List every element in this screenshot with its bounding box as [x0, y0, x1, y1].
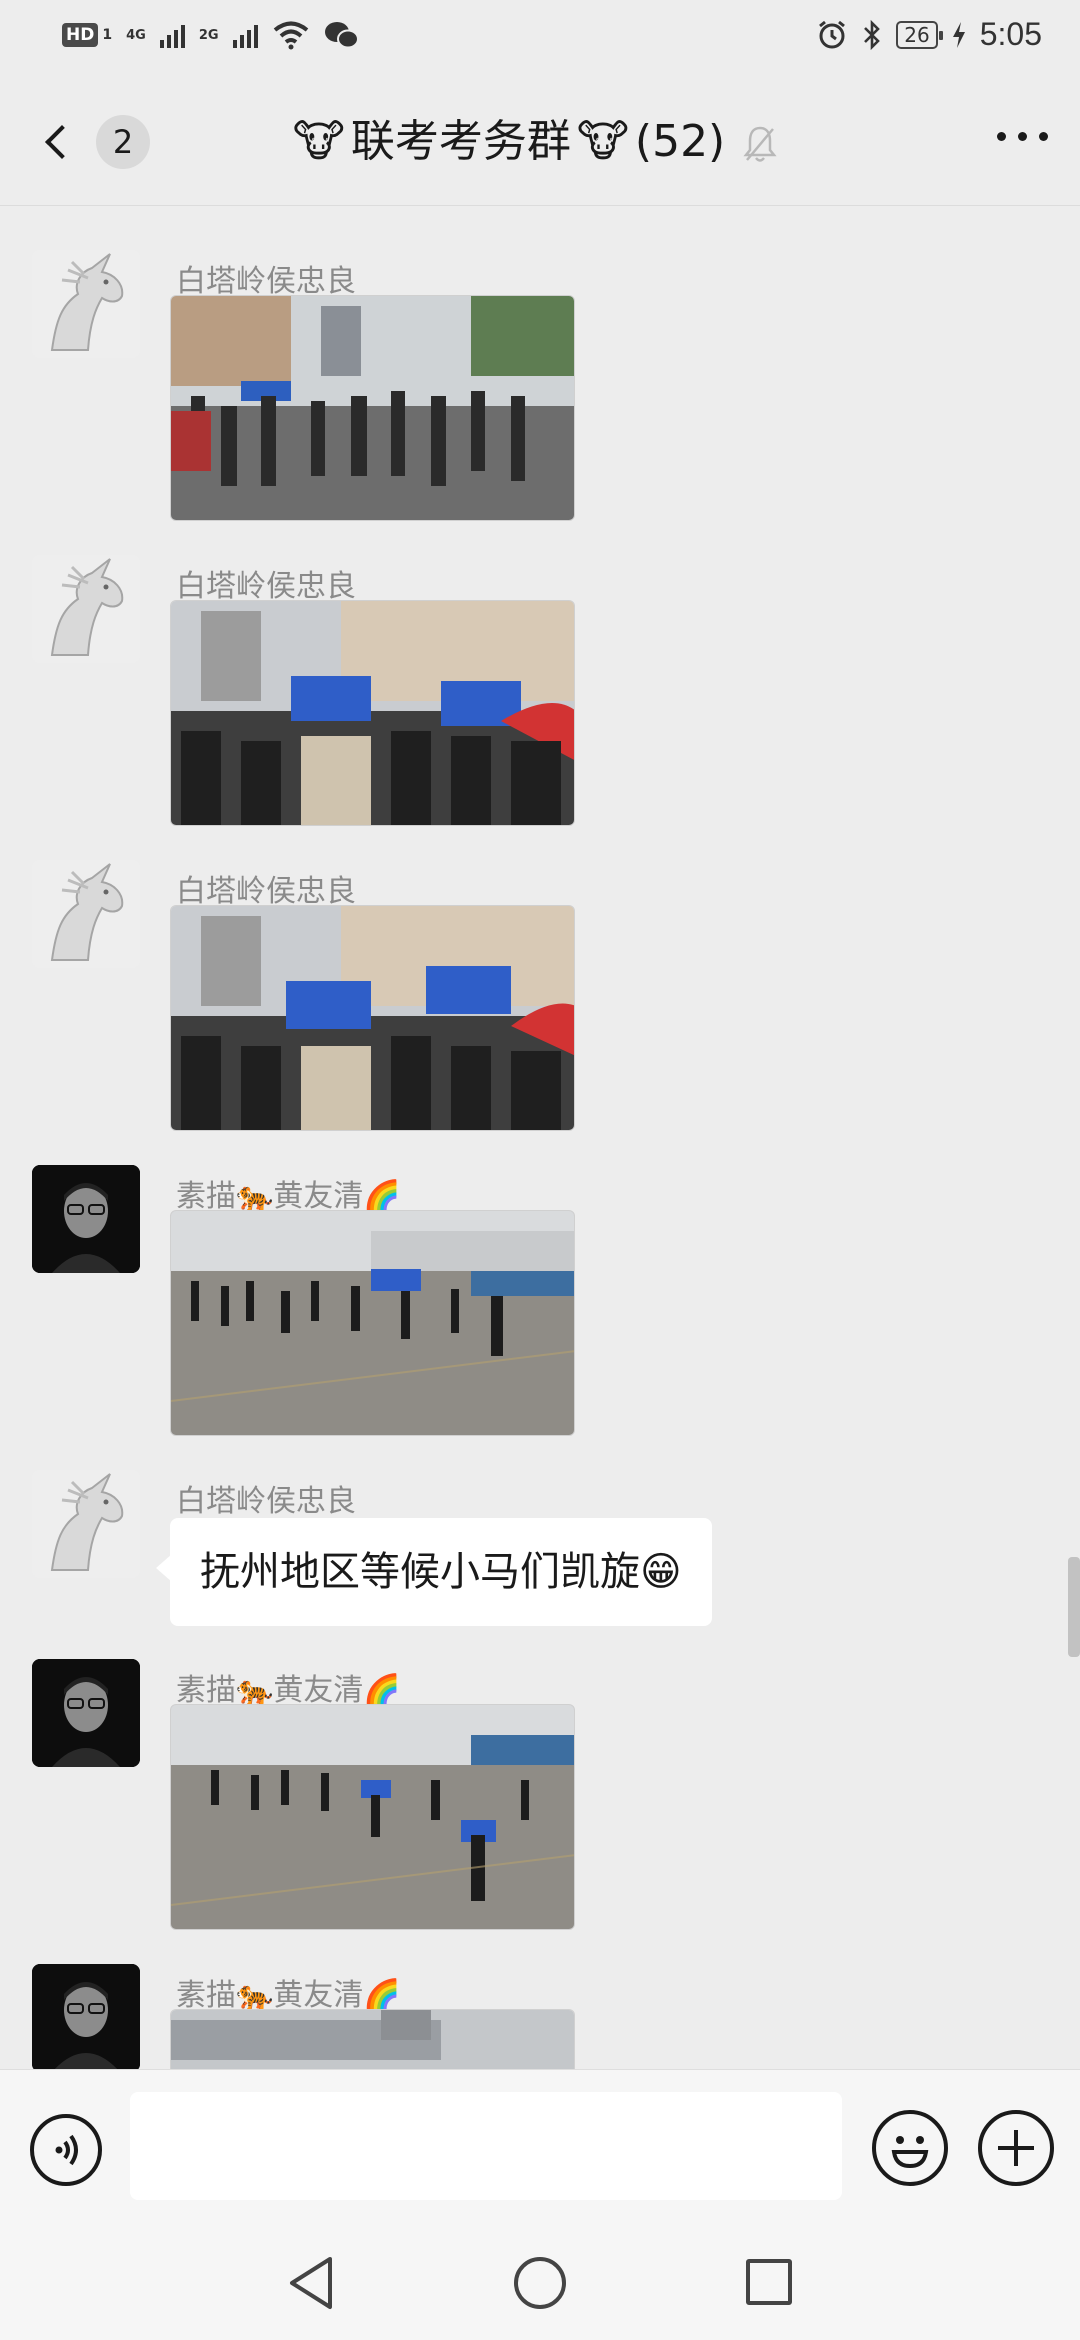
- image-message[interactable]: [170, 600, 575, 826]
- alarm-icon: [819, 20, 846, 48]
- clock: 5:05: [979, 16, 1042, 52]
- more-functions-button[interactable]: [978, 2110, 1054, 2186]
- network-4g-label: 4G: [126, 27, 146, 43]
- status-left: HD 1 4G 2G: [62, 20, 360, 50]
- nav-home-button[interactable]: [514, 2257, 566, 2309]
- more-options-button[interactable]: [997, 132, 1048, 141]
- emoji-icon: [891, 2136, 929, 2169]
- signal-1-icon: [159, 22, 185, 48]
- sender-name: 白塔岭侯忠良: [176, 874, 356, 909]
- message-input[interactable]: [130, 2092, 842, 2200]
- unicorn-avatar[interactable]: [32, 250, 140, 358]
- hd-badge: HD: [62, 23, 99, 47]
- sender-name: 白塔岭侯忠良: [176, 264, 356, 299]
- text-message-bubble[interactable]: 抚州地区等候小马们凯旋😁: [156, 1518, 712, 1626]
- network-2g-label: 2G: [198, 27, 219, 43]
- image-message[interactable]: [170, 905, 575, 1131]
- person-avatar[interactable]: [32, 1659, 140, 1767]
- sender-name: 素描🐅黄友清🌈: [176, 1978, 401, 2013]
- chat-header: 2 🐮 联考考务群 🐮 (52): [0, 76, 1080, 206]
- plus-icon: [998, 2130, 1034, 2166]
- nav-recents-button[interactable]: [746, 2259, 792, 2305]
- scrollbar-thumb[interactable]: [1068, 1557, 1080, 1657]
- person-avatar[interactable]: [32, 1165, 140, 1273]
- voice-icon: [55, 2134, 78, 2166]
- sim1-label: 1: [102, 26, 113, 43]
- image-message[interactable]: [170, 2009, 575, 2069]
- image-message[interactable]: [170, 295, 575, 521]
- image-message[interactable]: [170, 1210, 575, 1436]
- unicorn-avatar[interactable]: [32, 555, 140, 663]
- nav-back-button[interactable]: [286, 2255, 336, 2311]
- unicorn-avatar[interactable]: [32, 1470, 140, 1578]
- bluetooth-icon: [864, 19, 881, 50]
- sender-name: 素描🐅黄友清🌈: [176, 1179, 401, 1214]
- status-right: 26 5:05: [816, 16, 1042, 53]
- sender-name: 白塔岭侯忠良: [176, 569, 356, 604]
- wechat-notification-icon: [324, 22, 359, 49]
- more-dot-icon: [1018, 132, 1027, 141]
- wifi-icon: [273, 21, 308, 50]
- chat-input-bar: [0, 2069, 1080, 2227]
- more-dot-icon: [1039, 132, 1048, 141]
- mute-bell-icon: [743, 126, 777, 162]
- sender-name: 白塔岭侯忠良: [176, 1484, 356, 1519]
- voice-input-button[interactable]: [30, 2114, 102, 2186]
- image-message[interactable]: [170, 1704, 575, 1930]
- more-dot-icon: [997, 132, 1006, 141]
- person-avatar[interactable]: [32, 1964, 140, 2069]
- title-emoji-left: 🐮: [292, 116, 345, 167]
- message-list[interactable]: 白塔岭侯忠良 白塔岭侯忠良 白塔岭侯忠良 素描🐅黄友清🌈 白塔岭侯忠良 抚州地区…: [0, 207, 1080, 2069]
- chat-title: 🐮 联考考务群 🐮 (52): [0, 112, 1080, 172]
- system-nav-bar: [0, 2227, 1080, 2340]
- group-name: 联考考务群: [350, 116, 571, 167]
- charging-icon: [952, 21, 965, 48]
- status-bar: HD 1 4G 2G 26 5:05: [0, 0, 1080, 76]
- battery-indicator: 26: [896, 20, 944, 49]
- emoji-button[interactable]: [872, 2110, 948, 2186]
- sender-name: 素描🐅黄友清🌈: [176, 1673, 401, 1708]
- signal-2-icon: [232, 22, 258, 48]
- unicorn-avatar[interactable]: [32, 860, 140, 968]
- title-emoji-right: 🐮: [576, 116, 629, 167]
- member-count: (52): [634, 116, 726, 167]
